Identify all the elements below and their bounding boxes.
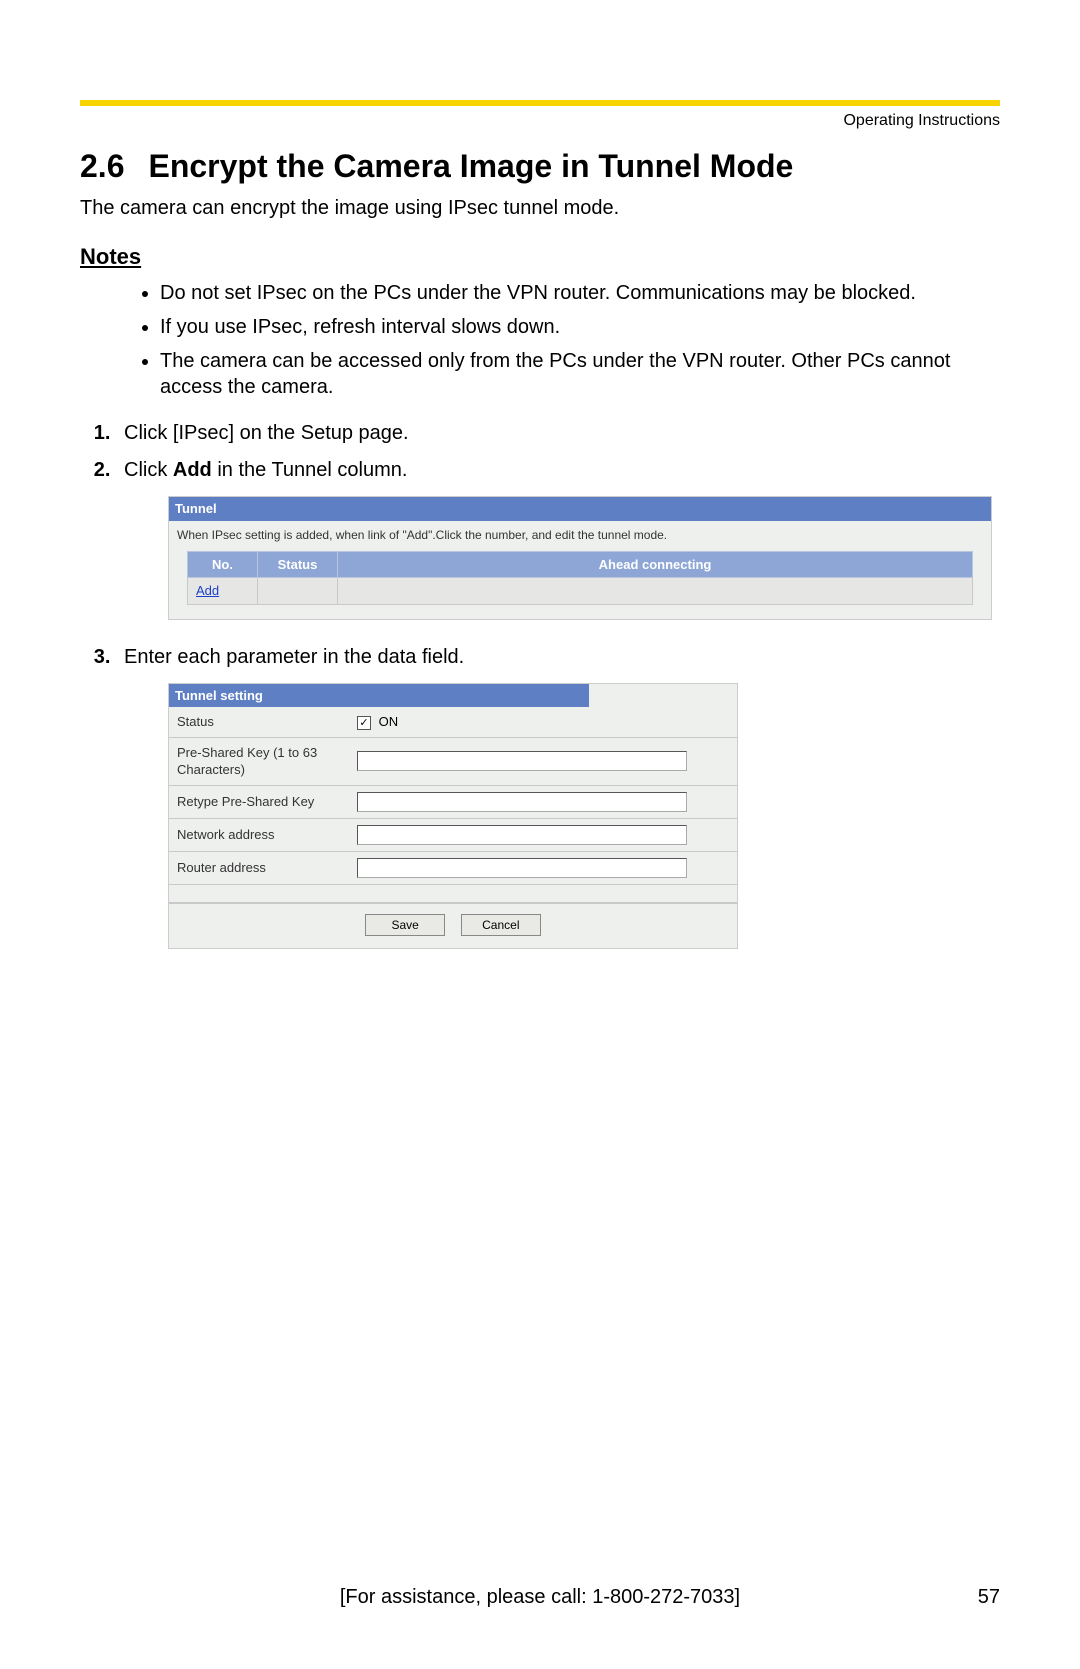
router-label: Router address xyxy=(169,852,349,885)
accent-bar xyxy=(80,100,1000,106)
step-text-bold: Add xyxy=(173,459,212,481)
tunnel-table: No. Status Ahead connecting Add xyxy=(187,551,973,605)
setting-screenshot: Tunnel setting Status ✓ ON Pre-Shared Ke… xyxy=(168,683,1000,949)
step-text: Enter each parameter in the data field. xyxy=(124,646,464,668)
notes-heading: Notes xyxy=(80,244,1000,270)
table-row: Add xyxy=(188,578,973,605)
tunnel-setting-title: Tunnel setting xyxy=(169,684,589,708)
cancel-button[interactable]: Cancel xyxy=(461,914,541,936)
repsk-label: Retype Pre-Shared Key xyxy=(169,786,349,819)
setting-table: Status ✓ ON Pre-Shared Key (1 to 63 Char… xyxy=(169,707,737,885)
repsk-input[interactable] xyxy=(357,792,687,812)
tunnel-th-status: Status xyxy=(258,551,338,578)
steps-list: Click [IPsec] on the Setup page. Click A… xyxy=(80,420,1000,949)
section-title: 2.6 Encrypt the Camera Image in Tunnel Mo… xyxy=(80,148,1000,185)
tunnel-setting-panel: Tunnel setting Status ✓ ON Pre-Shared Ke… xyxy=(168,683,738,949)
table-row: Network address xyxy=(169,819,737,852)
table-row: Retype Pre-Shared Key xyxy=(169,786,737,819)
footer-assist: [For assistance, please call: 1-800-272-… xyxy=(80,1586,1000,1609)
step-text: Click [IPsec] on the Setup page. xyxy=(124,422,409,444)
status-label: Status xyxy=(169,707,349,737)
button-row: Save Cancel xyxy=(169,903,737,948)
net-label: Network address xyxy=(169,819,349,852)
section-title-text: Encrypt the Camera Image in Tunnel Mode xyxy=(148,148,793,184)
note-item: Do not set IPsec on the PCs under the VP… xyxy=(160,280,1000,306)
note-item: The camera can be accessed only from the… xyxy=(160,348,1000,400)
step-text: Click xyxy=(124,459,173,481)
header-label: Operating Instructions xyxy=(80,112,1000,130)
tunnel-th-ahead: Ahead connecting xyxy=(338,551,973,578)
status-value: ON xyxy=(379,714,399,729)
note-item: If you use IPsec, refresh interval slows… xyxy=(160,314,1000,340)
table-row: Router address xyxy=(169,852,737,885)
add-link[interactable]: Add xyxy=(196,583,219,598)
tunnel-title: Tunnel xyxy=(169,497,991,521)
section-number: 2.6 xyxy=(80,148,124,185)
tunnel-th-no: No. xyxy=(188,551,258,578)
notes-list: Do not set IPsec on the PCs under the VP… xyxy=(80,280,1000,400)
status-checkbox[interactable]: ✓ xyxy=(357,716,371,730)
table-row: Status ✓ ON xyxy=(169,707,737,737)
step-1: Click [IPsec] on the Setup page. xyxy=(116,420,1000,447)
table-row: Pre-Shared Key (1 to 63 Characters) xyxy=(169,737,737,785)
save-button[interactable]: Save xyxy=(365,914,445,936)
intro-text: The camera can encrypt the image using I… xyxy=(80,197,1000,220)
tunnel-description: When IPsec setting is added, when link o… xyxy=(169,521,991,551)
step-text: in the Tunnel column. xyxy=(212,459,408,481)
psk-input[interactable] xyxy=(357,751,687,771)
tunnel-screenshot: Tunnel When IPsec setting is added, when… xyxy=(168,496,1000,620)
step-2: Click Add in the Tunnel column. Tunnel W… xyxy=(116,457,1000,620)
net-input[interactable] xyxy=(357,825,687,845)
document-page: Operating Instructions 2.6 Encrypt the Ca… xyxy=(0,0,1080,1669)
step-3: Enter each parameter in the data field. … xyxy=(116,644,1000,949)
router-input[interactable] xyxy=(357,858,687,878)
page-number: 57 xyxy=(978,1586,1000,1609)
page-footer: [For assistance, please call: 1-800-272-… xyxy=(80,1586,1000,1609)
psk-label: Pre-Shared Key (1 to 63 Characters) xyxy=(169,737,349,785)
tunnel-panel: Tunnel When IPsec setting is added, when… xyxy=(168,496,992,620)
